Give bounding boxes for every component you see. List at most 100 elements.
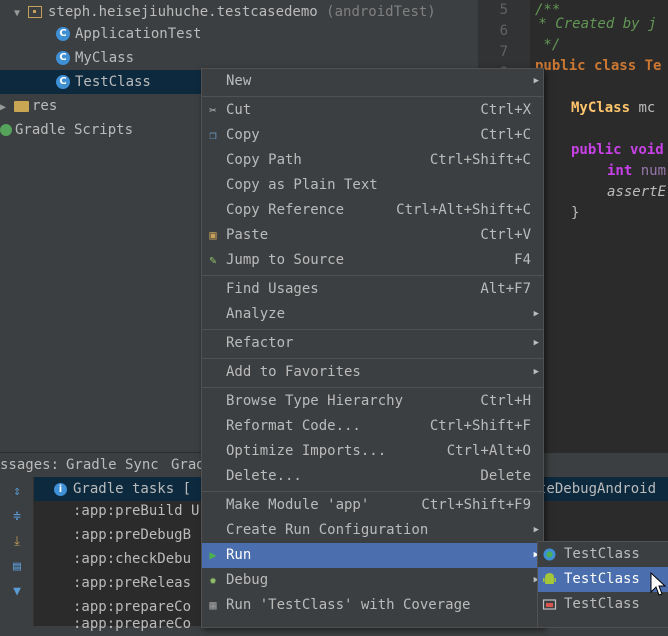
menu-label: Browse Type Hierarchy	[226, 393, 404, 409]
menu-shortcut: Alt+F7	[480, 281, 531, 297]
tree-package-node[interactable]: ▼ steph.heisejiuhuche.testcasedemo (andro…	[14, 0, 436, 24]
code-comment: * Created by j	[530, 16, 657, 32]
junit-icon	[543, 548, 556, 561]
keyword: int	[607, 163, 633, 179]
submenu-label: TestClass	[564, 596, 640, 612]
menu-separator	[202, 358, 543, 359]
menu-shortcut: Ctrl+Alt+O	[446, 443, 531, 459]
menu-shortcut: Ctrl+H	[480, 393, 531, 409]
menu-item-new[interactable]: New ▶	[202, 69, 543, 94]
run-icon: ▶	[209, 548, 217, 562]
menu-item-copy-reference[interactable]: Copy Reference Ctrl+Alt+Shift+C	[202, 198, 543, 223]
menu-label: Add to Favorites	[226, 364, 361, 380]
menu-label: Paste	[226, 227, 269, 243]
expand-all-icon[interactable]: ⇕	[10, 485, 24, 499]
edit-source-icon: ✎	[209, 253, 217, 267]
menu-item-copy-plain-text[interactable]: Copy as Plain Text	[202, 173, 543, 198]
menu-label: Cut	[226, 102, 252, 118]
line-number: 5	[499, 2, 508, 18]
menu-shortcut: Ctrl+X	[480, 102, 531, 118]
menu-label: Copy as Plain Text	[226, 177, 378, 193]
scissors-icon: ✂	[209, 103, 217, 117]
menu-item-make-module[interactable]: Make Module 'app' Ctrl+Shift+F9	[202, 493, 543, 518]
folder-icon	[14, 100, 29, 112]
menu-shortcut: Ctrl+V	[480, 227, 531, 243]
tree-item-label: TestClass	[75, 74, 151, 90]
tab-gradle-sync[interactable]: Gradle Sync	[66, 453, 159, 477]
submenu-arrow-icon: ▶	[533, 525, 539, 535]
package-label: steph.heisejiuhuche.testcasedemo	[48, 4, 318, 20]
submenu-item-junit[interactable]: TestClass	[538, 542, 668, 567]
menu-item-optimize-imports[interactable]: Optimize Imports... Ctrl+Alt+O	[202, 439, 543, 464]
field-name: mc	[630, 100, 664, 116]
export-icon[interactable]: ⤓	[10, 535, 24, 549]
menu-separator	[202, 96, 543, 97]
menu-item-copy[interactable]: ❐ Copy Ctrl+C	[202, 123, 543, 148]
class-icon: C	[56, 27, 70, 41]
android-icon	[543, 573, 556, 584]
gradle-icon	[0, 124, 12, 136]
filter-icon[interactable]: ▼	[10, 585, 24, 599]
preview-icon[interactable]: ▤	[10, 560, 24, 574]
menu-item-create-run-configuration[interactable]: Create Run Configuration ▶	[202, 518, 543, 543]
field-declaration: MyClass mc	[571, 98, 664, 119]
menu-separator	[202, 387, 543, 388]
menu-shortcut: Ctrl+Shift+C	[429, 152, 531, 168]
menu-item-browse-type-hierarchy[interactable]: Browse Type Hierarchy Ctrl+H	[202, 389, 543, 414]
code-editor[interactable]: /** * Created by j */ public class Te My…	[530, 0, 668, 452]
res-label: res	[32, 98, 58, 114]
task-row: :app:preDebugB	[73, 527, 192, 543]
menu-item-refactor[interactable]: Refactor ▶	[202, 331, 543, 356]
menu-label: Copy Reference	[226, 202, 345, 218]
menu-item-paste[interactable]: ▣ Paste Ctrl+V	[202, 223, 543, 248]
menu-label: Create Run Configuration	[226, 522, 429, 538]
menu-label: Find Usages	[226, 281, 319, 297]
submenu-item-application[interactable]: TestClass	[538, 592, 668, 617]
tab-gradle-build[interactable]: Grad	[171, 453, 205, 477]
menu-shortcut: Ctrl+C	[480, 127, 531, 143]
menu-label: Reformat Code...	[226, 418, 361, 434]
menu-item-find-usages[interactable]: Find Usages Alt+F7	[202, 277, 543, 302]
info-icon: i	[54, 482, 67, 496]
menu-item-copy-path[interactable]: Copy Path Ctrl+Shift+C	[202, 148, 543, 173]
run-submenu: TestClass TestClass TestClass	[537, 541, 668, 628]
tree-gradle-node[interactable]: Gradle Scripts	[0, 118, 133, 142]
menu-label: Refactor	[226, 335, 294, 351]
tree-item-applicationtest[interactable]: C ApplicationTest	[56, 22, 201, 46]
messages-toolbar: ⇕ ≑ ⤓ ▤ ▼	[0, 477, 34, 626]
submenu-arrow-icon: ▶	[533, 309, 539, 319]
type-name: MyClass	[571, 100, 631, 116]
menu-item-delete[interactable]: Delete... Delete	[202, 464, 543, 489]
tree-res-node[interactable]: ▶ res	[0, 94, 57, 118]
menu-shortcut: Ctrl+Shift+F	[429, 418, 531, 434]
variable-name: num	[632, 163, 667, 179]
menu-item-analyze[interactable]: Analyze ▶	[202, 302, 543, 327]
menu-item-jump-to-source[interactable]: ✎ Jump to Source F4	[202, 248, 543, 273]
expand-arrow-icon[interactable]: ▼	[14, 2, 28, 26]
collapse-arrow-icon[interactable]: ▶	[0, 96, 14, 120]
menu-item-add-to-favorites[interactable]: Add to Favorites ▶	[202, 360, 543, 385]
submenu-item-android-test[interactable]: TestClass	[538, 567, 668, 592]
submenu-arrow-icon: ▶	[533, 338, 539, 348]
menu-item-debug[interactable]: ✹Debug▶	[202, 568, 543, 593]
menu-label: Debug	[226, 572, 269, 588]
class-name: Te	[644, 58, 662, 74]
menu-shortcut: Ctrl+Shift+F9	[421, 497, 531, 513]
menu-item-run[interactable]: ▶Run▶	[202, 543, 543, 568]
package-hint: (androidTest)	[326, 4, 436, 20]
menu-shortcut: Ctrl+Alt+Shift+C	[396, 202, 531, 218]
menu-item-reformat-code[interactable]: Reformat Code... Ctrl+Shift+F	[202, 414, 543, 439]
code-comment: */	[535, 37, 561, 53]
task-header-tail: teDebugAndroid	[538, 481, 657, 497]
submenu-label: TestClass	[564, 546, 640, 562]
paste-icon: ▣	[209, 228, 217, 242]
int-statement: int num	[607, 161, 666, 182]
tree-item-label: MyClass	[75, 50, 135, 66]
menu-item-cut[interactable]: ✂ Cut Ctrl+X	[202, 98, 543, 123]
menu-label: Delete...	[226, 468, 302, 484]
collapse-all-icon[interactable]: ≑	[10, 510, 24, 524]
task-row: :app:checkDebu	[73, 551, 192, 567]
tree-item-myclass[interactable]: C MyClass	[56, 46, 134, 70]
tab-messages[interactable]: ssages:	[0, 453, 59, 477]
menu-item-run-with-coverage[interactable]: ▦ Run 'TestClass' with Coverage	[202, 593, 543, 618]
